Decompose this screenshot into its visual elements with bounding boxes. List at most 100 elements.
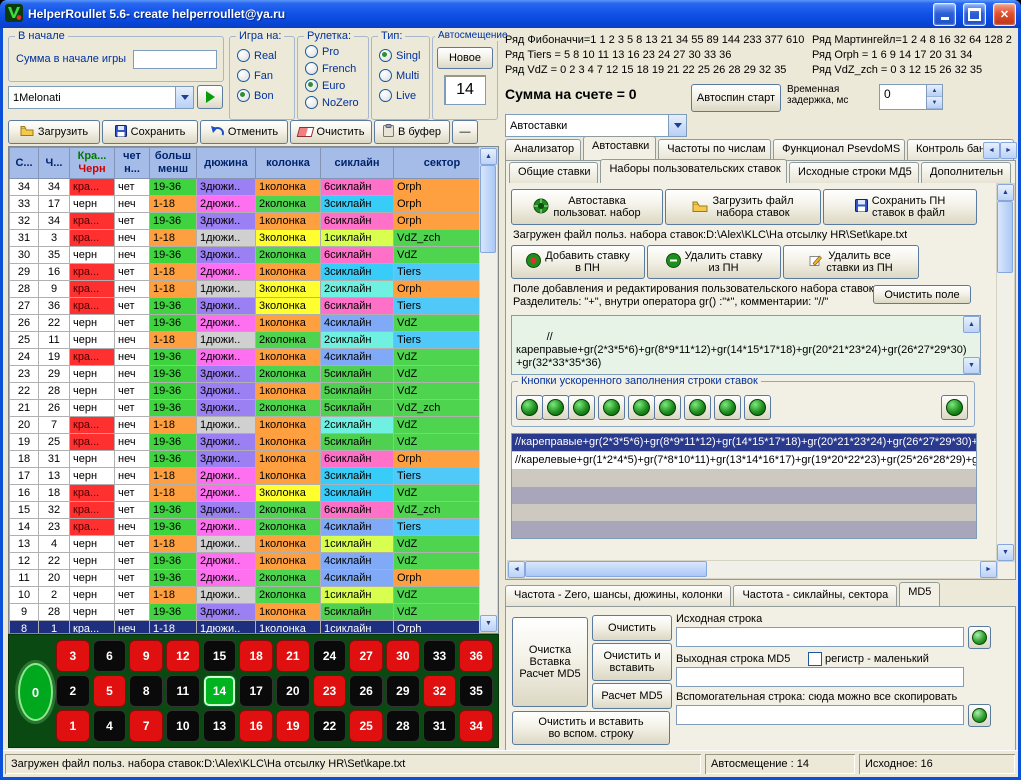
radio-singl[interactable]: Singl <box>379 49 420 62</box>
remove-all-bets-button[interactable]: Удалить все ставки из ПН <box>783 245 919 279</box>
board-number-28[interactable]: 28 <box>386 710 420 742</box>
md5-clear-paste-button[interactable]: Очистить и вставить <box>592 643 672 681</box>
radio-nozero[interactable]: NoZero <box>305 96 359 109</box>
board-number-36[interactable]: 36 <box>459 640 493 672</box>
board-number-11[interactable]: 11 <box>166 675 200 707</box>
radio-euro[interactable]: Euro <box>305 79 345 92</box>
autobet-user-set-button[interactable]: Автоставка пользоват. набор <box>511 189 663 225</box>
board-number-22[interactable]: 22 <box>313 710 347 742</box>
to-buffer-button[interactable]: В буфер <box>374 120 450 144</box>
quick-fill-button[interactable] <box>654 395 681 420</box>
collapse-button[interactable]: — <box>452 120 478 144</box>
clear-paste-aux-button[interactable]: Очистить и вставить во вспом. строку <box>512 711 670 745</box>
board-number-25[interactable]: 25 <box>349 710 383 742</box>
board-number-3[interactable]: 3 <box>56 640 90 672</box>
board-number-30[interactable]: 30 <box>386 640 420 672</box>
spin-row[interactable]: 1222чернчет19-362дюжи..1колонка4сиклайнV… <box>10 553 491 570</box>
quick-fill-button[interactable] <box>598 395 625 420</box>
scroll-thumb[interactable] <box>997 201 1013 273</box>
board-number-34[interactable]: 34 <box>459 710 493 742</box>
load-bet-file-button[interactable]: Загрузить файл набора ставок <box>665 189 821 225</box>
spin-row[interactable]: 1713черннеч1-182дюжи..1колонка3сиклайнTi… <box>10 468 491 485</box>
quick-fill-button[interactable] <box>516 395 543 420</box>
md5-calc-button[interactable]: Расчет MD5 <box>592 683 672 709</box>
scroll-down-icon[interactable] <box>997 544 1014 561</box>
tabs-scroll-right-icon[interactable] <box>1000 142 1017 159</box>
scroll-left-icon[interactable] <box>508 561 525 578</box>
spin-row[interactable]: 2126чернчет19-363дюжи..2колонка5сиклайнV… <box>10 400 491 417</box>
title-bar[interactable]: HelperRoullet 5.6- create helperroullet@… <box>0 0 1021 28</box>
board-number-19[interactable]: 19 <box>276 710 310 742</box>
tab-analizator[interactable]: Анализатор <box>505 139 581 160</box>
spin-row[interactable]: 2329черннеч19-363дюжи..2колонка5сиклайнV… <box>10 366 491 383</box>
radio-bon[interactable]: Bon <box>237 89 274 102</box>
save-bet-file-button[interactable]: Сохранить ПН ставок в файл <box>823 189 977 225</box>
play-button[interactable] <box>197 85 223 109</box>
board-number-17[interactable]: 17 <box>239 675 273 707</box>
board-number-1[interactable]: 1 <box>56 710 90 742</box>
scroll-thumb[interactable] <box>480 165 496 253</box>
spin-row[interactable]: 102чернчет1-181дюжи..2колонка1сиклайнVdZ <box>10 587 491 604</box>
board-number-2[interactable]: 2 <box>56 675 90 707</box>
tab-autostavki[interactable]: Автоставки <box>583 136 656 160</box>
aux-copy-button[interactable] <box>968 704 991 727</box>
spin-row[interactable]: 3035черннеч19-363дюжи..2колонка6сиклайнV… <box>10 247 491 264</box>
spin-row[interactable]: 81кра...неч1-181дюжи..1колонка1сиклайнOr… <box>10 621 491 635</box>
spin-row[interactable]: 313кра...неч1-181дюжи..3колонка1сиклайнV… <box>10 230 491 247</box>
bet-set-row[interactable]: //кареправые+gr(2*3*5*6)+gr(8*9*11*12)+g… <box>512 434 976 452</box>
board-number-10[interactable]: 10 <box>166 710 200 742</box>
board-number-20[interactable]: 20 <box>276 675 310 707</box>
subtab-iskhodnye-stroki-md5[interactable]: Исходные строки МД5 <box>789 162 919 183</box>
bet-edit-textarea[interactable]: //кареправые+gr(2*3*5*6)+gr(8*9*11*12)+g… <box>511 315 981 375</box>
board-number-15[interactable]: 15 <box>203 640 237 672</box>
board-number-18[interactable]: 18 <box>239 640 273 672</box>
preset-combobox[interactable]: 1Melonati <box>8 86 194 109</box>
start-sum-input[interactable] <box>133 50 217 69</box>
board-number-23[interactable]: 23 <box>313 675 347 707</box>
board-number-7[interactable]: 7 <box>129 710 163 742</box>
bet-set-row[interactable]: //карелевые+gr(1*2*4*5)+gr(7*8*10*11)+gr… <box>512 452 976 470</box>
source-copy-button[interactable] <box>968 626 991 649</box>
spin-row[interactable]: 2228чернчет19-363дюжи..1колонка5сиклайнV… <box>10 383 491 400</box>
quick-fill-button[interactable] <box>568 395 595 420</box>
scroll-up-icon[interactable] <box>480 148 497 165</box>
board-number-32[interactable]: 32 <box>423 675 457 707</box>
board-number-6[interactable]: 6 <box>93 640 127 672</box>
panel-vscrollbar[interactable] <box>996 183 1015 562</box>
scroll-up-icon[interactable] <box>997 184 1014 201</box>
remove-bet-button[interactable]: Удалить ставку из ПН <box>647 245 781 279</box>
radio-real[interactable]: Real <box>237 49 277 62</box>
spin-row[interactable]: 928чернчет19-363дюжи..1колонка5сиклайнVd… <box>10 604 491 621</box>
subtab-dopolnitelno[interactable]: Дополнительн <box>921 162 1011 183</box>
quick-fill-button[interactable] <box>684 395 711 420</box>
spin-row[interactable]: 2736кра...чет19-363дюжи..3колонка6сиклай… <box>10 298 491 315</box>
board-number-4[interactable]: 4 <box>93 710 127 742</box>
save-button[interactable]: Сохранить <box>102 120 198 144</box>
board-number-35[interactable]: 35 <box>459 675 493 707</box>
autospin-start-button[interactable]: Автоспин старт <box>691 84 781 112</box>
delay-spinner[interactable]: 0 ▲ ▼ <box>879 84 943 110</box>
spin-row[interactable]: 289кра...неч1-181дюжи..3колонка2сиклайнO… <box>10 281 491 298</box>
textarea-scroll-down-icon[interactable] <box>963 357 980 374</box>
scroll-down-icon[interactable] <box>480 615 497 632</box>
close-button[interactable] <box>993 3 1016 26</box>
spin-down-icon[interactable]: ▼ <box>927 97 942 109</box>
board-number-29[interactable]: 29 <box>386 675 420 707</box>
board-number-16[interactable]: 16 <box>239 710 273 742</box>
spin-row[interactable]: 1925кра...неч19-363дюжи..1колонка5сиклай… <box>10 434 491 451</box>
board-number-9[interactable]: 9 <box>129 640 163 672</box>
spin-row[interactable]: 1423кра...неч19-362дюжи..2колонка4сиклай… <box>10 519 491 536</box>
spin-row[interactable]: 2916кра...чет1-182дюжи..1колонка3сиклайн… <box>10 264 491 281</box>
board-number-5[interactable]: 5 <box>93 675 127 707</box>
source-string-input[interactable] <box>676 627 964 647</box>
quick-fill-button[interactable] <box>941 395 968 420</box>
autobets-combobox[interactable]: Автоставки <box>505 114 687 137</box>
spin-row[interactable]: 1532кра...чет19-363дюжи..2колонка6сиклай… <box>10 502 491 519</box>
scroll-thumb[interactable] <box>525 561 707 577</box>
tabs-scroll-left-icon[interactable] <box>983 142 1000 159</box>
freqtab-md5[interactable]: MD5 <box>899 582 940 606</box>
textarea-scroll-up-icon[interactable] <box>963 316 980 333</box>
board-number-33[interactable]: 33 <box>423 640 457 672</box>
spin-row[interactable]: 3434кра...чет19-363дюжи..1колонка6сиклай… <box>10 179 491 196</box>
board-number-26[interactable]: 26 <box>349 675 383 707</box>
